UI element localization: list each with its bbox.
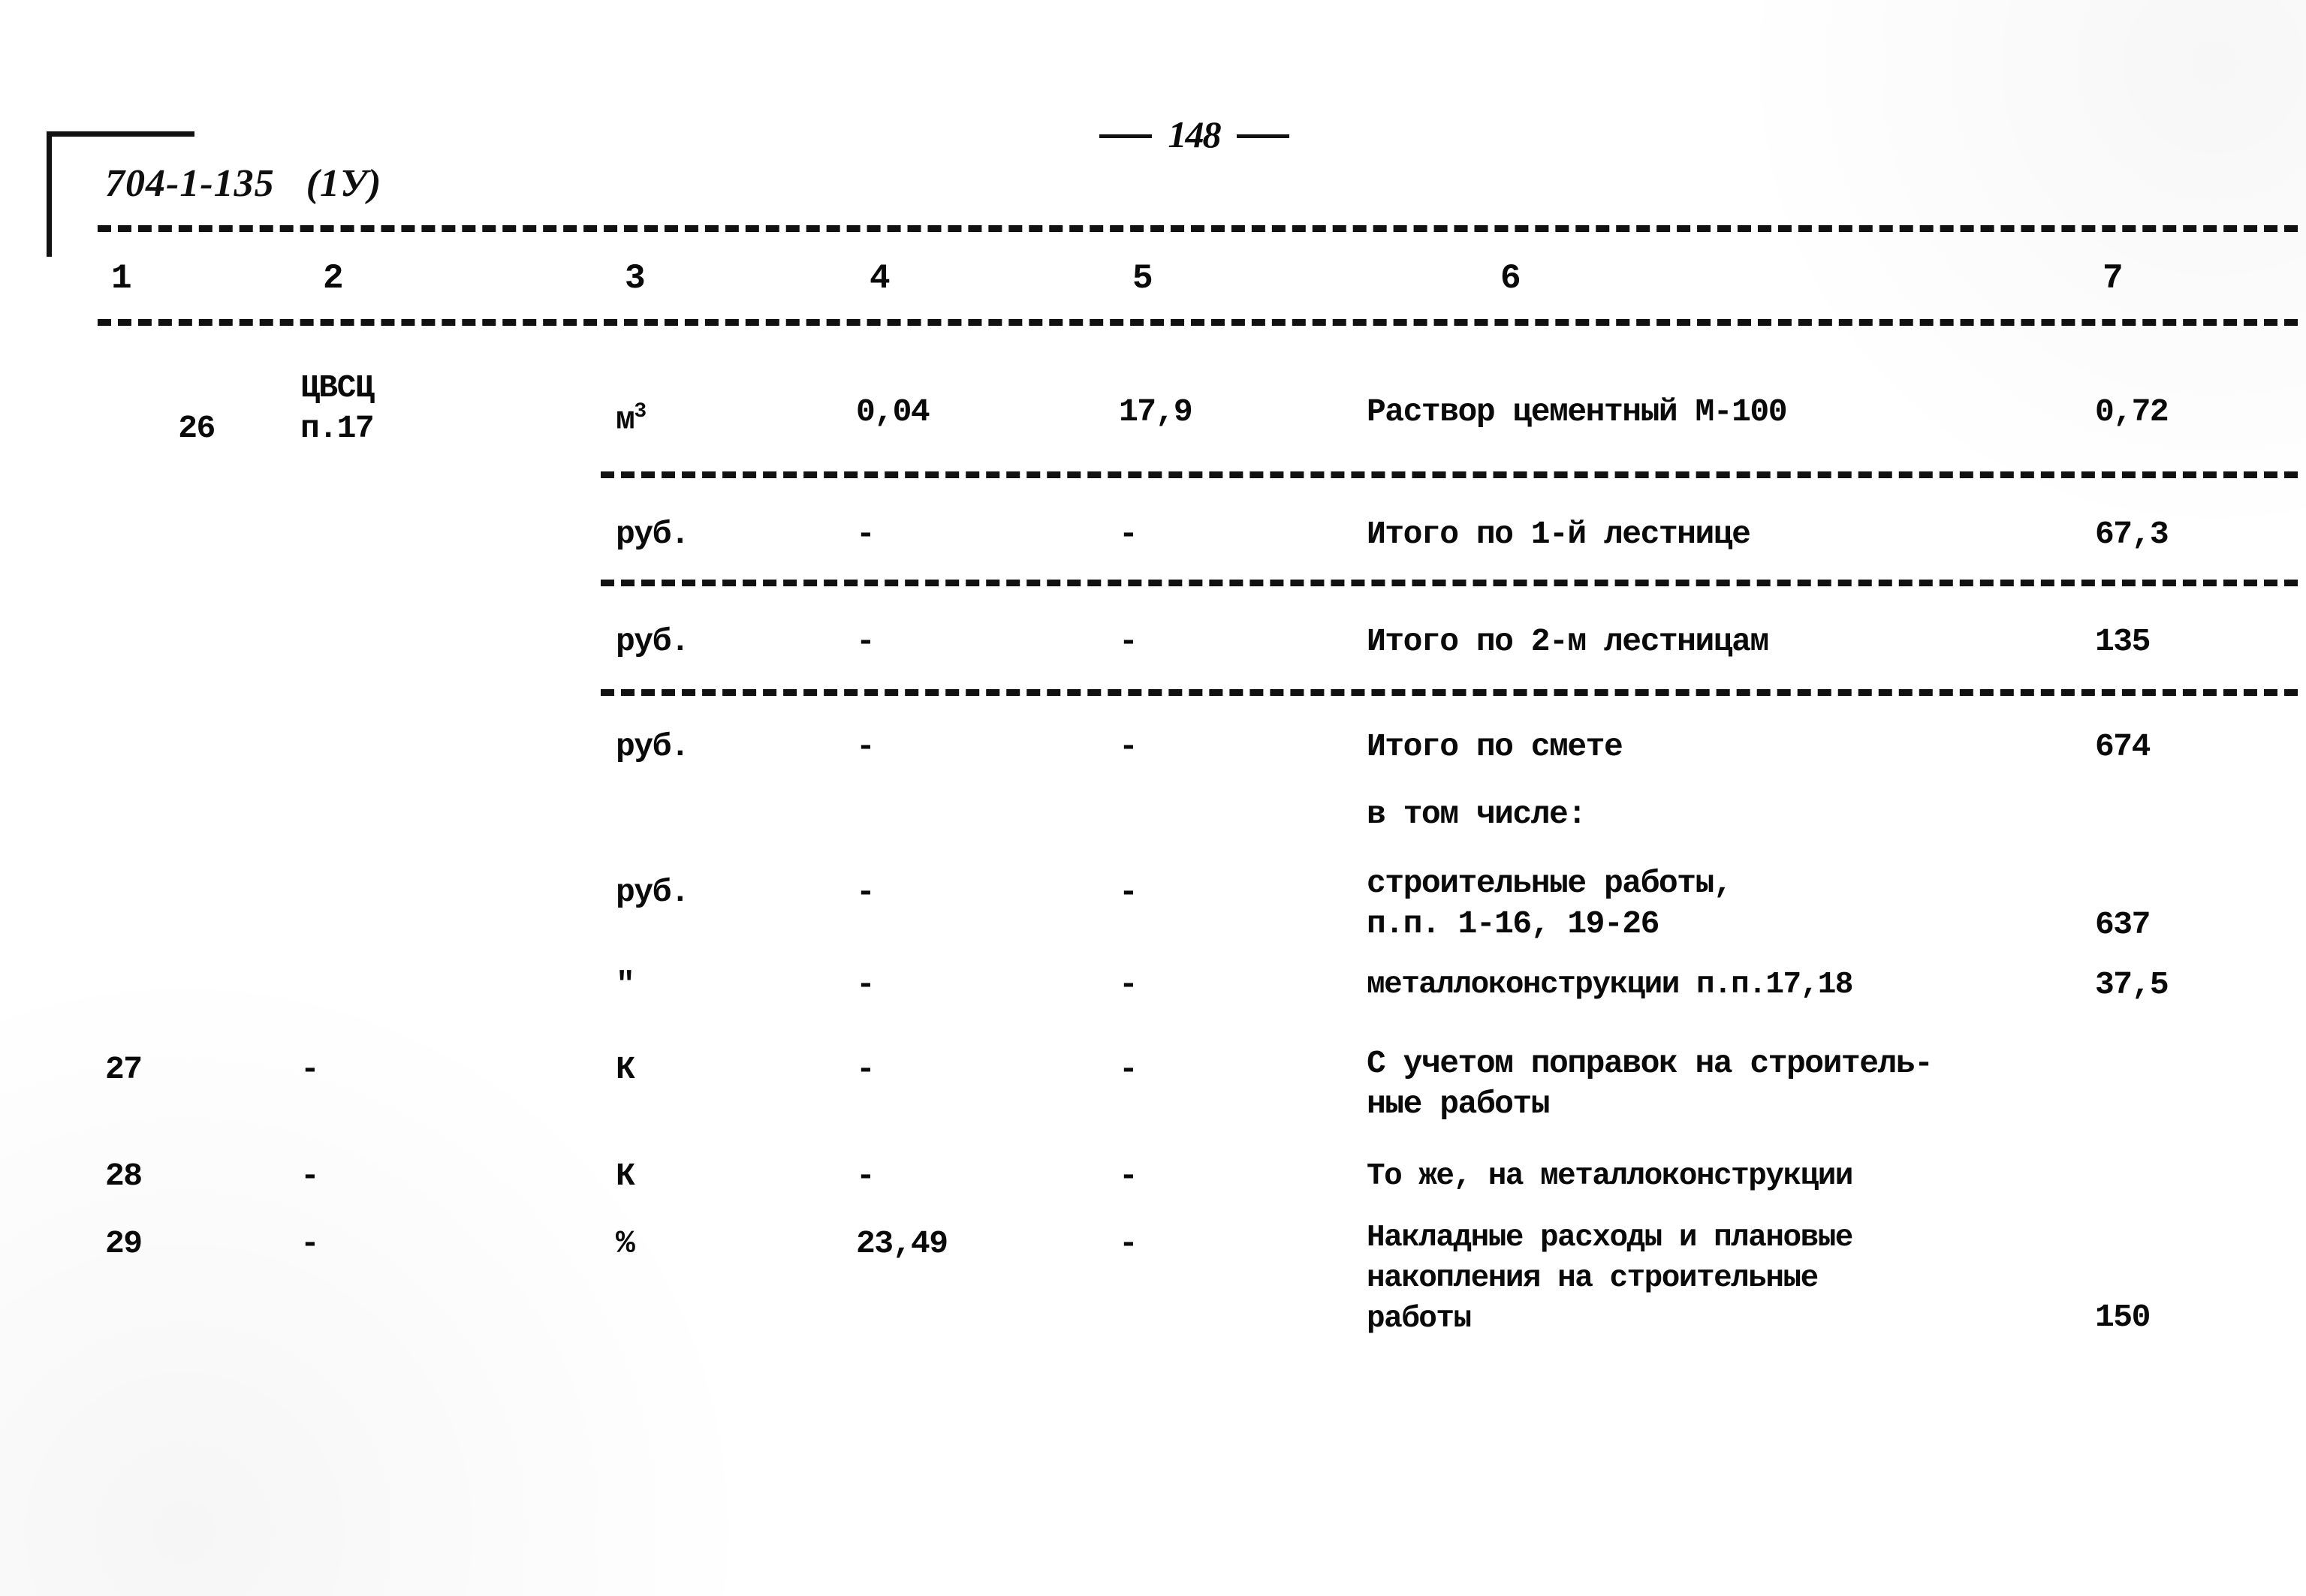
row-unit: руб. bbox=[616, 728, 690, 765]
row-justification: - bbox=[300, 1051, 320, 1088]
sheet-variant: (1У) bbox=[306, 162, 382, 205]
row-description: строительные работы, п.п. 1-16, 19-26 bbox=[1367, 865, 1733, 942]
sheet-code-number: 704-1-135 bbox=[105, 162, 275, 205]
row-description: металлоконструкции п.п.17,18 bbox=[1367, 968, 1853, 1002]
row-description: Итого по смете bbox=[1367, 728, 1623, 765]
row-justification: - bbox=[300, 1158, 320, 1194]
row-total: 637 bbox=[2095, 906, 2151, 943]
row-description: С учетом поправок на строитель- ные рабо… bbox=[1367, 1045, 1934, 1122]
sheet-code-spacer bbox=[275, 162, 306, 205]
row-unit: м3 bbox=[616, 392, 647, 440]
row-unit: руб. bbox=[616, 516, 690, 553]
row-total: 67,3 bbox=[2095, 516, 2169, 553]
row-quantity: - bbox=[856, 516, 876, 553]
page-number-dash-right bbox=[1236, 134, 1289, 138]
row-unit: " bbox=[616, 966, 635, 1003]
row-quantity: - bbox=[856, 623, 876, 660]
row-total: 135 bbox=[2095, 623, 2151, 660]
table-row: 26 bbox=[105, 368, 216, 489]
document-page: 148 704-1-135 (1У) 1 2 3 4 5 6 7 26 ЦВСЦ… bbox=[0, 0, 2306, 1596]
sheet-code: 704-1-135 (1У) bbox=[105, 161, 381, 206]
rule-above-column-headers bbox=[98, 225, 2298, 232]
row-unit-price: - bbox=[1119, 966, 1138, 1003]
row-quantity: - bbox=[856, 728, 876, 765]
row-description: Накладные расходы и плановые накопления … bbox=[1367, 1221, 1853, 1336]
row-justification: - bbox=[300, 1225, 320, 1262]
row-unit: % bbox=[616, 1225, 635, 1262]
row-number: 26 bbox=[178, 410, 216, 447]
row-description: в том числе: bbox=[1367, 796, 1587, 833]
row-number: 28 bbox=[105, 1158, 143, 1194]
row-quantity: 0,04 bbox=[856, 393, 930, 430]
column-header-6: 6 bbox=[1500, 259, 1521, 298]
column-header-7: 7 bbox=[2103, 259, 2124, 298]
row-number: 29 bbox=[105, 1225, 143, 1262]
row-separator-rule bbox=[601, 471, 2298, 478]
row-total: 674 bbox=[2095, 728, 2151, 765]
row-unit-price: - bbox=[1119, 728, 1138, 765]
row-unit: руб. bbox=[616, 874, 690, 911]
row-unit-price: 17,9 bbox=[1119, 393, 1193, 430]
row-total: 0,72 bbox=[2095, 393, 2169, 430]
row-justification: ЦВСЦ п.17 bbox=[300, 369, 375, 447]
row-unit-price: - bbox=[1119, 874, 1138, 911]
row-description: Раствор цементный М-100 bbox=[1367, 393, 1788, 430]
column-header-3: 3 bbox=[625, 259, 646, 298]
row-unit-price: - bbox=[1119, 516, 1138, 553]
row-unit: К bbox=[616, 1158, 635, 1194]
column-header-2: 2 bbox=[323, 259, 344, 298]
row-quantity: - bbox=[856, 966, 876, 1003]
row-quantity: 23,49 bbox=[856, 1225, 948, 1262]
column-header-4: 4 bbox=[870, 259, 891, 298]
page-number-dash-left bbox=[1099, 134, 1152, 138]
page-number: 148 bbox=[1168, 113, 1222, 155]
row-description: Итого по 2-м лестницам bbox=[1367, 623, 1769, 660]
row-unit: руб. bbox=[616, 623, 690, 660]
row-quantity: - bbox=[856, 1051, 876, 1088]
row-unit-price: - bbox=[1119, 1225, 1138, 1262]
column-header-1: 1 bbox=[111, 259, 132, 298]
row-unit-text: м bbox=[616, 401, 635, 438]
column-header-5: 5 bbox=[1132, 259, 1153, 298]
row-quantity: - bbox=[856, 1158, 876, 1194]
row-quantity: - bbox=[856, 874, 876, 911]
row-separator-rule bbox=[601, 689, 2298, 696]
row-description: Итого по 1-й лестнице bbox=[1367, 516, 1751, 553]
row-description: То же, на металлоконструкции bbox=[1367, 1159, 1853, 1194]
page-number-header: 148 bbox=[1036, 113, 1352, 156]
row-number: 27 bbox=[105, 1051, 143, 1088]
row-unit-price: - bbox=[1119, 623, 1138, 660]
row-total: 150 bbox=[2095, 1299, 2151, 1336]
row-unit-exponent: 3 bbox=[634, 400, 647, 423]
row-separator-rule bbox=[601, 580, 2298, 586]
row-unit-price: - bbox=[1119, 1158, 1138, 1194]
row-unit-price: - bbox=[1119, 1051, 1138, 1088]
row-unit: К bbox=[616, 1051, 635, 1088]
row-total: 37,5 bbox=[2095, 966, 2169, 1003]
rule-below-column-headers bbox=[98, 319, 2298, 326]
